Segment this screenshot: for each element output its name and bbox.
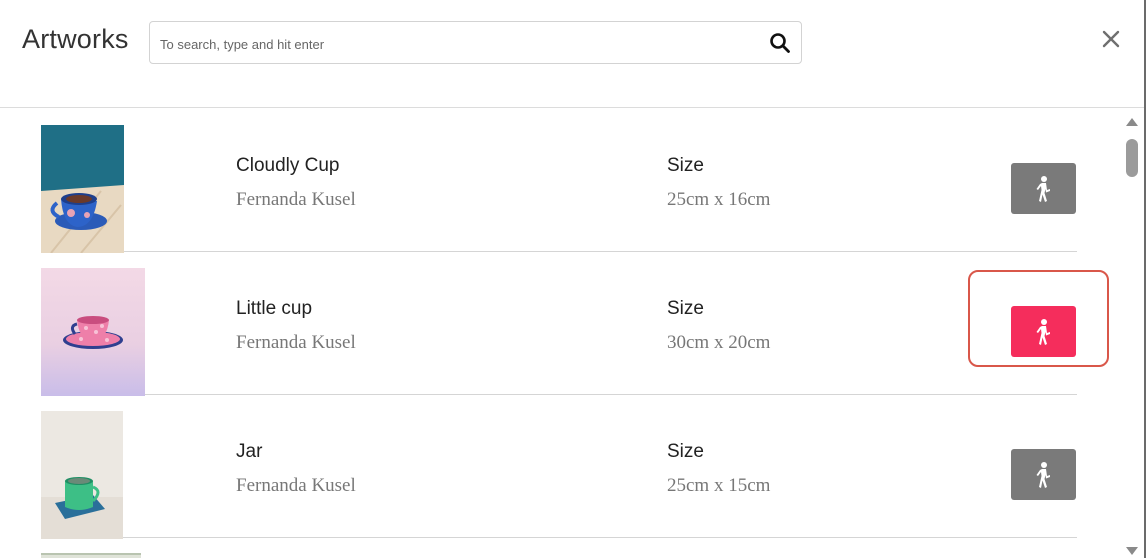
artwork-artist: Fernanda Kusel (236, 475, 356, 496)
artwork-thumbnail-partial (41, 550, 141, 558)
walk-button[interactable] (1011, 163, 1076, 214)
artwork-thumbnail[interactable] (41, 268, 145, 396)
artwork-list: Cloudly Cup Fernanda Kusel Size 25cm x 1… (0, 109, 1120, 558)
size-value: 30cm x 20cm (667, 332, 771, 353)
walk-button[interactable] (1011, 449, 1076, 500)
artwork-title[interactable]: Cloudly Cup (236, 155, 340, 177)
artworks-modal: Artworks To search, type and hit enter C… (0, 0, 1146, 558)
scroll-down-arrow[interactable] (1126, 546, 1138, 556)
modal-header: Artworks (0, 0, 1144, 108)
page-title: Artworks (22, 24, 129, 54)
walking-person-icon (1036, 318, 1050, 345)
size-label: Size (667, 155, 704, 176)
walking-person-icon (1036, 461, 1050, 488)
search-input[interactable] (158, 30, 752, 58)
walk-button-active[interactable] (1011, 306, 1076, 357)
scrollbar-thumb[interactable] (1126, 139, 1138, 177)
artwork-row: Little cup Fernanda Kusel Size 30cm x 20… (41, 252, 1109, 396)
artwork-thumbnail[interactable] (41, 125, 124, 253)
artwork-artist: Fernanda Kusel (236, 189, 356, 210)
size-value: 25cm x 15cm (667, 475, 771, 496)
search-box (149, 21, 802, 64)
scroll-up-arrow[interactable] (1126, 117, 1138, 127)
scrollbar[interactable] (1122, 112, 1142, 558)
triangle-down-icon (1126, 547, 1138, 555)
close-icon (1102, 30, 1120, 48)
search-icon (770, 33, 790, 53)
artwork-title[interactable]: Jar (236, 441, 262, 463)
close-button[interactable] (1098, 26, 1124, 52)
artwork-row: Cloudly Cup Fernanda Kusel Size 25cm x 1… (41, 109, 1077, 253)
artwork-thumbnail[interactable] (41, 411, 123, 539)
artwork-artist: Fernanda Kusel (236, 332, 356, 353)
artwork-title[interactable]: Little cup (236, 298, 312, 320)
size-label: Size (667, 441, 704, 462)
artwork-row: Jar Fernanda Kusel Size 25cm x 15cm (41, 395, 1077, 539)
size-value: 25cm x 16cm (667, 189, 771, 210)
triangle-up-icon (1126, 118, 1138, 126)
search-button[interactable] (767, 30, 793, 56)
size-label: Size (667, 298, 704, 319)
walking-person-icon (1036, 175, 1050, 202)
